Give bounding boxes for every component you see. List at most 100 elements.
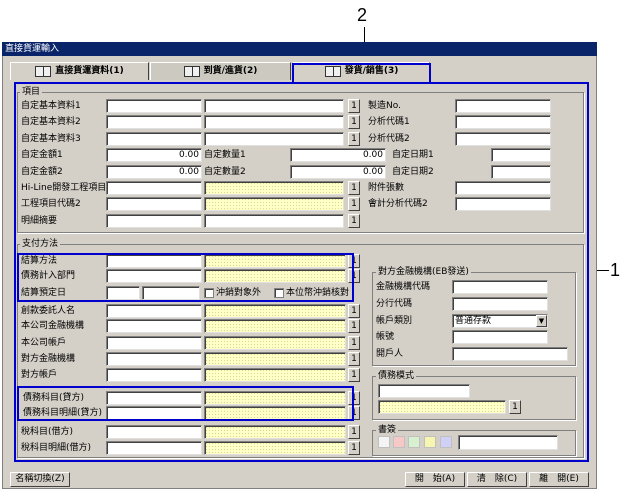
payment-label: 創款委託人名 (21, 306, 76, 316)
payment-lookup-button[interactable]: 1 (348, 441, 360, 455)
seal-swatch-green[interactable] (408, 436, 420, 448)
payment-label: 本公司帳戶 (21, 338, 67, 348)
right-item-label: 製造No. (368, 101, 401, 111)
item-code-field[interactable] (106, 115, 202, 129)
payment-name-field (204, 352, 346, 366)
item-name-field[interactable] (204, 132, 344, 146)
payment-lookup-button[interactable]: 1 (348, 319, 360, 333)
item-lookup-button[interactable]: 1 (348, 214, 360, 228)
item-lookup-button[interactable]: 1 (348, 181, 360, 195)
right-item-label: 分析代碼1 (368, 117, 410, 127)
item-code-field[interactable] (106, 214, 202, 228)
seal-swatch-white[interactable] (378, 436, 390, 448)
payment-code-field[interactable] (106, 425, 202, 439)
close-button[interactable]: 離 開(E) (529, 472, 589, 487)
book-icon (35, 66, 52, 77)
document-icon (183, 66, 200, 77)
payment-lookup-button[interactable]: 1 (348, 368, 360, 382)
payment-name-field (204, 368, 346, 382)
bank-label: 帳戶類別 (376, 316, 413, 326)
right-item-field[interactable] (455, 132, 551, 146)
payment-name-field (204, 336, 346, 350)
item-lookup-button[interactable]: 1 (348, 132, 360, 146)
seal-swatch-red[interactable] (393, 436, 405, 448)
item-label: 自定金額2 (21, 167, 63, 177)
chevron-down-icon[interactable]: ▼ (536, 315, 547, 327)
payment-code-field[interactable] (106, 336, 202, 350)
item-name-field[interactable] (204, 115, 344, 129)
item-code-field[interactable] (106, 181, 202, 195)
item-qty-field[interactable]: 0.00 (290, 165, 386, 179)
payment-code-field[interactable] (106, 368, 202, 382)
callout-1: 1 (610, 260, 621, 280)
item-lookup-button[interactable]: 1 (348, 115, 360, 129)
item-amount-field[interactable]: 0.00 (106, 148, 202, 162)
bank-field[interactable] (452, 280, 548, 294)
payment-name-field (204, 304, 346, 318)
item-qty-label: 自定數量1 (204, 150, 246, 160)
payment-lookup-button[interactable]: 1 (348, 352, 360, 366)
item-label: 自定基本資料1 (21, 101, 81, 111)
item-code-field[interactable] (106, 99, 202, 113)
debt-mode-lookup-button[interactable]: 1 (509, 400, 521, 414)
payment-lookup-button[interactable]: 1 (348, 304, 360, 318)
item-label: 工程項目代碼2 (21, 199, 81, 209)
right-item-label: 分析代碼2 (368, 134, 410, 144)
item-code-field[interactable] (106, 197, 202, 211)
bank-field[interactable] (452, 347, 568, 361)
item-label: Hi-Line開發工程項目 (21, 183, 107, 193)
highlight-debt-account-box (17, 386, 354, 421)
item-amount-field[interactable]: 0.00 (106, 165, 202, 179)
payment-lookup-button[interactable]: 1 (348, 425, 360, 439)
bank-label: 開戶人 (376, 349, 404, 359)
bank-field[interactable] (452, 297, 548, 311)
payment-label: 對方帳戶 (21, 370, 58, 380)
right-item-field[interactable] (455, 197, 551, 211)
item-label: 自定金額1 (21, 150, 63, 160)
right-item-field[interactable] (455, 115, 551, 129)
right-item-field[interactable] (455, 181, 551, 195)
payment-code-field[interactable] (106, 441, 202, 455)
tab-arrival[interactable]: 到貨/進貨(2) (150, 62, 291, 80)
account-type-select[interactable]: 普通存款 ▼ (452, 314, 548, 328)
payment-label: 本公司金融機構 (21, 321, 85, 331)
bank-field[interactable] (452, 330, 548, 344)
item-name-field (204, 197, 344, 211)
highlight-tab-box (292, 63, 431, 83)
items-group-label: 項目 (20, 87, 43, 97)
item-code-field[interactable] (106, 132, 202, 146)
clear-button[interactable]: 清 除(C) (467, 472, 527, 487)
name-switch-button[interactable]: 名稱切換(Z) (10, 472, 70, 487)
window-title: 直接貨運輸入 (2, 42, 597, 56)
debt-mode-name-field (378, 400, 506, 414)
payment-code-field[interactable] (106, 304, 202, 318)
debt-mode-code-field[interactable] (378, 384, 470, 398)
item-label: 明細摘要 (21, 216, 58, 226)
tab-direct-shipping[interactable]: 直接貨運資料(1) (10, 62, 149, 80)
seal-swatch-yellow[interactable] (424, 436, 436, 448)
payment-code-field[interactable] (106, 319, 202, 333)
payment-name-field (204, 319, 346, 333)
item-qty-field[interactable]: 0.00 (290, 148, 386, 162)
item-lookup-button[interactable]: 1 (348, 99, 360, 113)
seal-text-field[interactable] (458, 435, 558, 450)
item-date-field[interactable] (491, 165, 551, 179)
item-name-field[interactable] (204, 99, 344, 113)
payment-name-field (204, 425, 346, 439)
payment-lookup-button[interactable]: 1 (348, 336, 360, 350)
payment-label: 稅科目(借方) (21, 427, 74, 437)
item-lookup-button[interactable]: 1 (348, 197, 360, 211)
bank-label: 帳號 (376, 332, 395, 342)
payment-code-field[interactable] (106, 352, 202, 366)
seal-swatch-blue[interactable] (440, 436, 452, 448)
seal-label: 書簽 (376, 425, 399, 435)
item-date-field[interactable] (491, 148, 551, 162)
item-name-field[interactable] (204, 214, 344, 228)
items-group (17, 92, 584, 233)
callout-2: 2 (357, 5, 368, 25)
start-button[interactable]: 開 始(A) (405, 472, 465, 487)
right-item-label: 附件張數 (368, 183, 405, 193)
bank-label: 金融機構代碼 (376, 282, 431, 292)
item-date-label: 自定日期2 (392, 167, 434, 177)
right-item-field[interactable] (455, 99, 551, 113)
